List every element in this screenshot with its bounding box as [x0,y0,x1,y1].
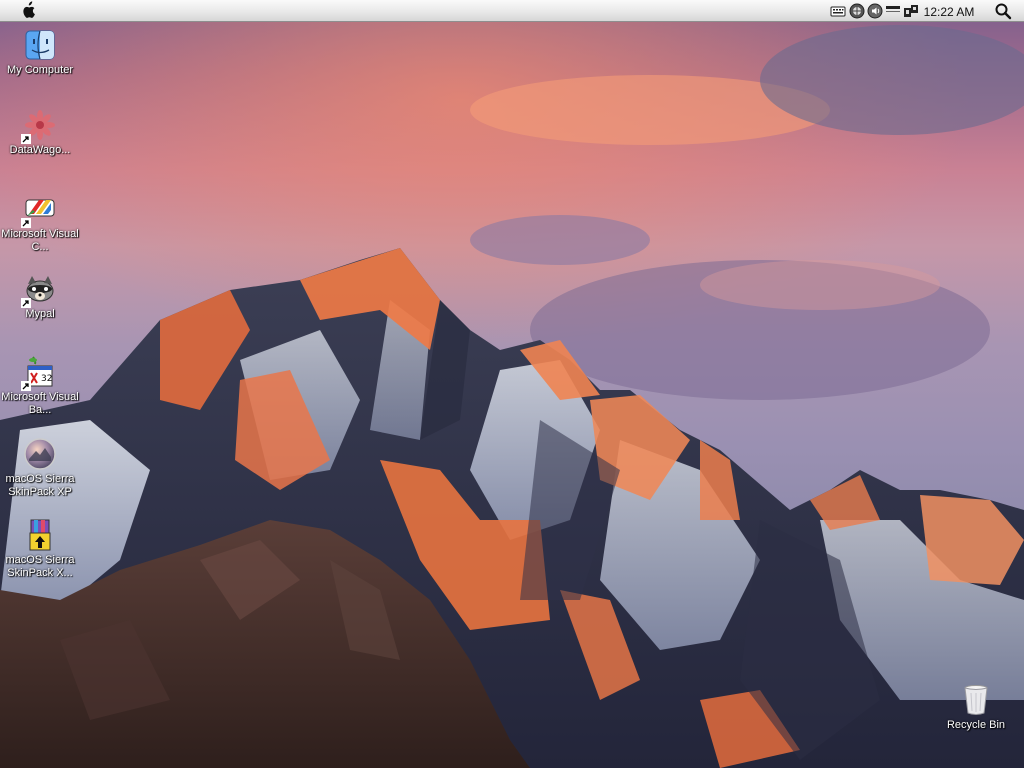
shortcut-arrow-icon [21,218,31,228]
magnifier-icon[interactable] [994,2,1012,20]
sierra-orb-icon [23,437,57,471]
shortcut-arrow-icon [21,298,31,308]
desktop-icon-sierra-installer[interactable]: macOS Sierra SkinPack X... [1,518,79,580]
connection-icon[interactable] [903,3,919,19]
desktop-icon-recycle-bin[interactable]: Recycle Bin [937,683,1015,732]
winrar-installer-icon [23,518,57,552]
keyboard-icon[interactable] [830,3,846,19]
shortcut-arrow-icon [21,381,31,391]
desktop-icon-label: Mypal [25,308,55,320]
raccoon-icon [21,272,57,308]
battery-icon[interactable] [885,3,901,19]
desktop-icon-label: macOS Sierra SkinPack X... [5,554,75,579]
desktop-icon-label: DataWago... [9,144,71,156]
vc-pen-icon [21,192,57,228]
shortcut-arrow-icon [21,134,31,144]
mountain-landscape [0,0,1024,768]
desktop-icon-my-computer[interactable]: My Computer [1,28,79,77]
desktop-icon-label: My Computer [6,64,74,76]
desktop-icon-mypal[interactable]: Mypal [1,272,79,321]
menu-bar-clock[interactable]: 12:22 AM [918,4,980,20]
apple-logo-icon[interactable] [18,1,38,20]
desktop-icon-sierra-skinpack[interactable]: macOS Sierra SkinPack XP [1,437,79,499]
vb-apple-icon: 32 [21,355,57,391]
trash-can-icon [959,683,993,717]
menu-bar: 12:22 AM [0,0,1024,22]
desktop-icon-label: Recycle Bin [946,719,1006,731]
volume-icon[interactable] [867,3,883,19]
desktop-icon-label: Microsoft Visual C... [1,228,79,253]
finder-face-icon [23,28,57,62]
network-globe-icon[interactable] [849,3,865,19]
desktop-wallpaper [0,0,1024,768]
desktop-icon-label: Microsoft Visual Ba... [1,391,79,416]
flower-icon [21,108,57,144]
desktop-icon-label: macOS Sierra SkinPack XP [5,473,75,498]
desktop-icon-visual-basic[interactable]: 32 Microsoft Visual Ba... [1,355,79,417]
desktop-icon-visual-cpp[interactable]: Microsoft Visual C... [1,192,79,254]
desktop-icon-datawagon[interactable]: DataWago... [1,108,79,157]
svg-text:32: 32 [41,374,52,384]
